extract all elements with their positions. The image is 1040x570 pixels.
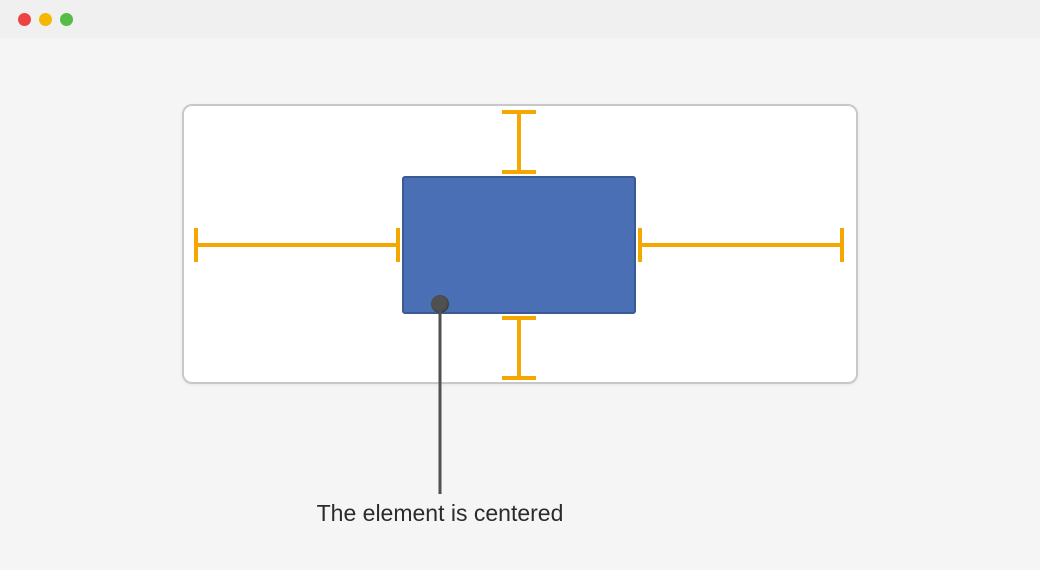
maximize-window-icon[interactable] xyxy=(60,13,73,26)
centered-element xyxy=(402,176,636,314)
spacer-bottom-icon xyxy=(502,316,536,380)
close-window-icon[interactable] xyxy=(18,13,31,26)
spacer-left-icon xyxy=(194,228,400,262)
annotation-label: The element is centered xyxy=(317,500,564,527)
spacer-top-icon xyxy=(502,110,536,174)
annotation-leader-line xyxy=(439,304,442,494)
minimize-window-icon[interactable] xyxy=(39,13,52,26)
container-canvas xyxy=(182,104,858,384)
window-titlebar xyxy=(0,0,1040,38)
spacer-right-icon xyxy=(638,228,844,262)
